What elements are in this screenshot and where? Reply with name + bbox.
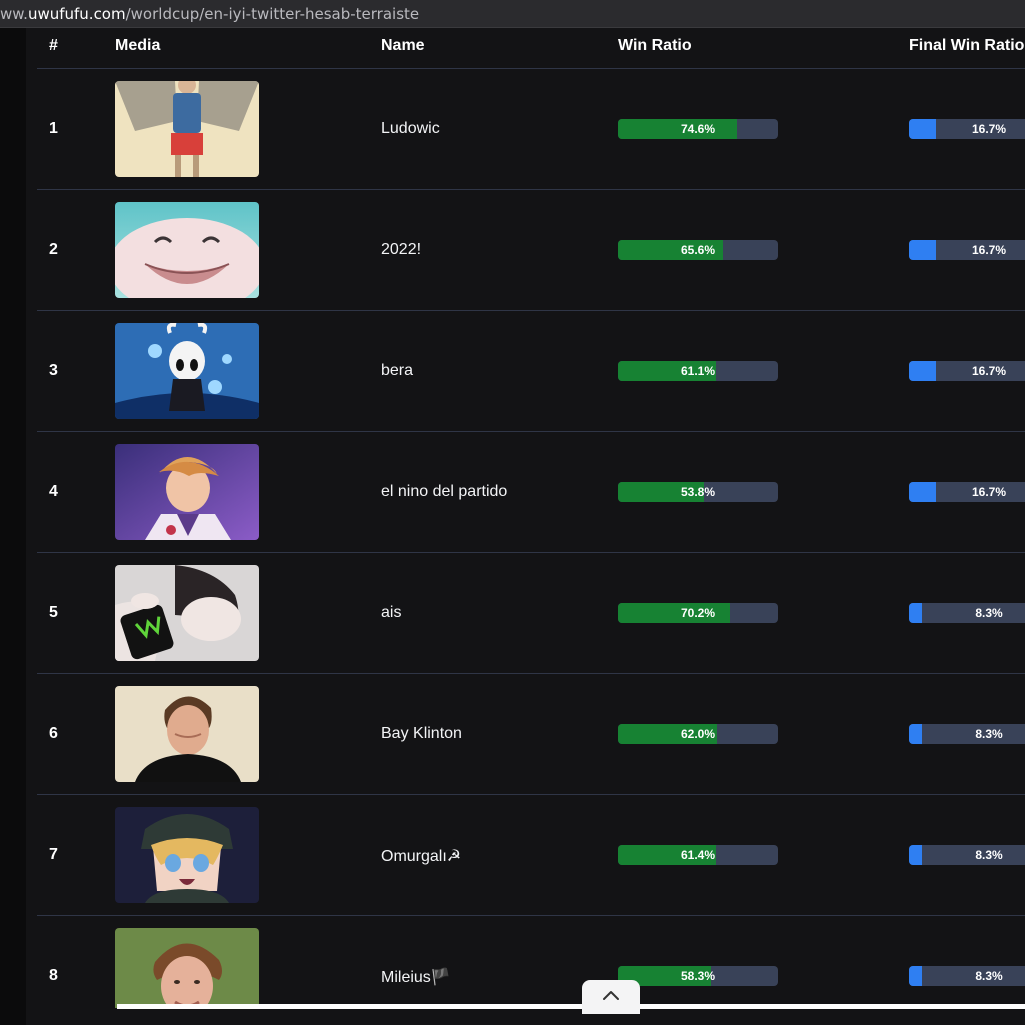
win-ratio-label: 74.6% <box>680 122 716 136</box>
final-win-ratio-label: 16.7% <box>971 243 1007 257</box>
final-win-ratio-label: 8.3% <box>975 969 1003 983</box>
media-thumbnail-omurgali[interactable] <box>115 807 259 903</box>
rank-cell: 1 <box>49 120 58 137</box>
table-row: 2 2022! 65.6% 16.7% <box>37 190 1025 311</box>
media-thumbnail-bera[interactable] <box>115 323 259 419</box>
table-row: 8 Mileius🏴 58.3% 8.3% <box>37 916 1025 1008</box>
win-ratio-bar: 58.3% <box>618 966 778 986</box>
win-ratio-label: 61.1% <box>680 364 716 378</box>
name-cell: 2022! <box>381 241 422 258</box>
scroll-to-top-button[interactable] <box>582 980 640 1014</box>
media-thumbnail-ludowic[interactable] <box>115 81 259 177</box>
win-ratio-label: 61.4% <box>680 848 716 862</box>
table-row: 7 Omurgalı☭ 61.4% 8.3% <box>37 795 1025 916</box>
url-domain: uwufufu.com <box>27 4 126 23</box>
header-rank: # <box>49 37 58 54</box>
table-row: 1 Ludowic 74.6% 16.7% <box>37 69 1025 190</box>
table-row: 6 Bay Klinton 62.0% 8.3% <box>37 674 1025 795</box>
final-win-ratio-bar: 8.3% <box>909 724 1025 744</box>
final-win-ratio-label: 16.7% <box>971 485 1007 499</box>
rank-cell: 4 <box>49 483 58 500</box>
final-win-ratio-bar: 8.3% <box>909 966 1025 986</box>
rank-cell: 2 <box>49 241 58 258</box>
name-cell: Omurgalı☭ <box>381 848 462 865</box>
name-cell: el nino del partido <box>381 483 508 500</box>
final-win-ratio-label: 16.7% <box>971 364 1007 378</box>
win-ratio-bar: 61.4% <box>618 845 778 865</box>
table-row: 5 ais 70.2% 8.3% <box>37 553 1025 674</box>
media-thumbnail-2022[interactable] <box>115 202 259 298</box>
ranking-page: # Media Name Win Ratio Final Win Ratio 1 <box>0 28 1025 1025</box>
win-ratio-label: 70.2% <box>680 606 716 620</box>
final-win-ratio-label: 8.3% <box>975 848 1003 862</box>
media-thumbnail-ais[interactable] <box>115 565 259 661</box>
rank-cell: 5 <box>49 604 58 621</box>
rank-cell: 3 <box>49 362 58 379</box>
win-ratio-bar: 53.8% <box>618 482 778 502</box>
name-cell: bera <box>381 362 414 379</box>
final-win-ratio-bar: 16.7% <box>909 361 1025 381</box>
table-row: 3 bera 61.1% 16.7% <box>37 311 1025 432</box>
win-ratio-label: 62.0% <box>680 727 716 741</box>
name-cell: Ludowic <box>381 120 440 137</box>
win-ratio-label: 53.8% <box>680 485 716 499</box>
url-subdomain: ww. <box>0 4 28 23</box>
table-header: # Media Name Win Ratio Final Win Ratio <box>37 28 1025 69</box>
table-row: 4 el nino del partido 53.8% 16.7% <box>37 432 1025 553</box>
left-gutter <box>0 28 26 1025</box>
media-thumbnail-bay-klinton[interactable] <box>115 686 259 782</box>
rank-cell: 8 <box>49 967 58 984</box>
win-ratio-bar: 65.6% <box>618 240 778 260</box>
win-ratio-bar: 74.6% <box>618 119 778 139</box>
final-win-ratio-label: 8.3% <box>975 606 1003 620</box>
rank-cell: 7 <box>49 846 58 863</box>
final-win-ratio-label: 16.7% <box>971 122 1007 136</box>
final-win-ratio-bar: 16.7% <box>909 240 1025 260</box>
win-ratio-label: 65.6% <box>680 243 716 257</box>
header-name: Name <box>381 37 425 54</box>
ranking-table: # Media Name Win Ratio Final Win Ratio 1 <box>37 28 1025 1008</box>
header-win-ratio: Win Ratio <box>618 37 692 54</box>
win-ratio-bar: 62.0% <box>618 724 778 744</box>
name-cell: Mileius🏴 <box>381 969 451 986</box>
final-win-ratio-bar: 16.7% <box>909 482 1025 502</box>
name-cell: ais <box>381 604 402 621</box>
win-ratio-label: 58.3% <box>680 969 716 983</box>
final-win-ratio-bar: 8.3% <box>909 603 1025 623</box>
final-win-ratio-bar: 16.7% <box>909 119 1025 139</box>
chevron-up-icon <box>602 988 620 1006</box>
header-media: Media <box>115 37 161 54</box>
horizontal-scrollbar[interactable] <box>117 1004 1025 1009</box>
win-ratio-bar: 61.1% <box>618 361 778 381</box>
address-bar[interactable]: ww. uwufufu.com/worldcup/en-iyi-twitter-h… <box>0 0 1025 28</box>
final-win-ratio-label: 8.3% <box>975 727 1003 741</box>
rank-cell: 6 <box>49 725 58 742</box>
media-thumbnail-mileius[interactable] <box>115 928 259 1008</box>
name-cell: Bay Klinton <box>381 725 462 742</box>
url-path: /worldcup/en-iyi-twitter-hesab-terraiste <box>125 4 420 23</box>
header-final-win-ratio: Final Win Ratio <box>909 37 1025 54</box>
media-thumbnail-el-nino-del-partido[interactable] <box>115 444 259 540</box>
win-ratio-bar: 70.2% <box>618 603 778 623</box>
final-win-ratio-bar: 8.3% <box>909 845 1025 865</box>
